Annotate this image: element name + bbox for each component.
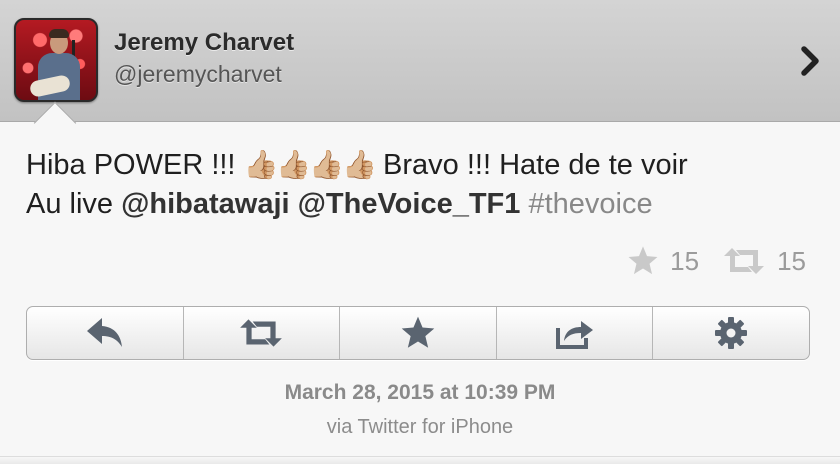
retweet-icon xyxy=(240,319,283,347)
tweet-text: Hiba POWER !!! 👍🏼👍🏼👍🏼👍🏼 Bravo !!! Hate d… xyxy=(26,145,816,224)
tweet-text-part1: Hiba POWER !!! xyxy=(26,149,244,181)
settings-button[interactable] xyxy=(653,307,809,359)
thumbs-up-emoji: 👍🏼👍🏼👍🏼👍🏼 xyxy=(243,149,377,180)
avatar[interactable] xyxy=(14,18,98,102)
share-button[interactable] xyxy=(497,307,654,359)
action-bar xyxy=(26,306,810,360)
retweet-count[interactable]: 15 xyxy=(721,246,806,277)
hashtag-link[interactable]: #thevoice xyxy=(528,188,652,220)
favorite-count-value: 15 xyxy=(670,245,700,276)
mention-link[interactable]: @TheVoice_TF1 xyxy=(298,188,521,220)
retweet-icon xyxy=(724,248,765,274)
avatar-hair xyxy=(49,29,69,38)
star-icon xyxy=(628,246,658,275)
chevron-right-icon[interactable] xyxy=(798,44,824,78)
reply-icon xyxy=(86,318,122,347)
tweet-source: via Twitter for iPhone xyxy=(326,416,514,438)
profile-header[interactable]: Jeremy Charvet @jeremycharvet xyxy=(0,0,840,122)
retweet-button[interactable] xyxy=(184,307,341,359)
tweet-timestamp: March 28, 2015 at 10:39 PM xyxy=(284,381,556,404)
bottom-divider xyxy=(0,456,840,464)
favorite-button[interactable] xyxy=(340,307,497,359)
profile-handle[interactable]: @jeremycharvet xyxy=(114,61,282,88)
reply-button[interactable] xyxy=(27,307,184,359)
profile-name[interactable]: Jeremy Charvet xyxy=(114,29,294,57)
tweet-line-2: Au live @hibatawaji @TheVoice_TF1 #thevo… xyxy=(26,185,816,224)
mention-link[interactable]: @hibatawaji xyxy=(121,188,289,220)
tweet-line-1: Hiba POWER !!! 👍🏼👍🏼👍🏼👍🏼 Bravo !!! Hate d… xyxy=(26,145,816,185)
favorite-count[interactable]: 15 xyxy=(626,245,699,277)
share-icon xyxy=(555,321,593,349)
retweet-count-value: 15 xyxy=(777,245,806,276)
gear-icon xyxy=(715,317,748,349)
tweet-text-part3: Au live xyxy=(26,188,122,220)
engagement-counts: 15 15 xyxy=(626,244,806,278)
tweet-text-part2: Bravo !!! Hate de te voir xyxy=(375,149,688,181)
star-icon xyxy=(401,316,435,348)
